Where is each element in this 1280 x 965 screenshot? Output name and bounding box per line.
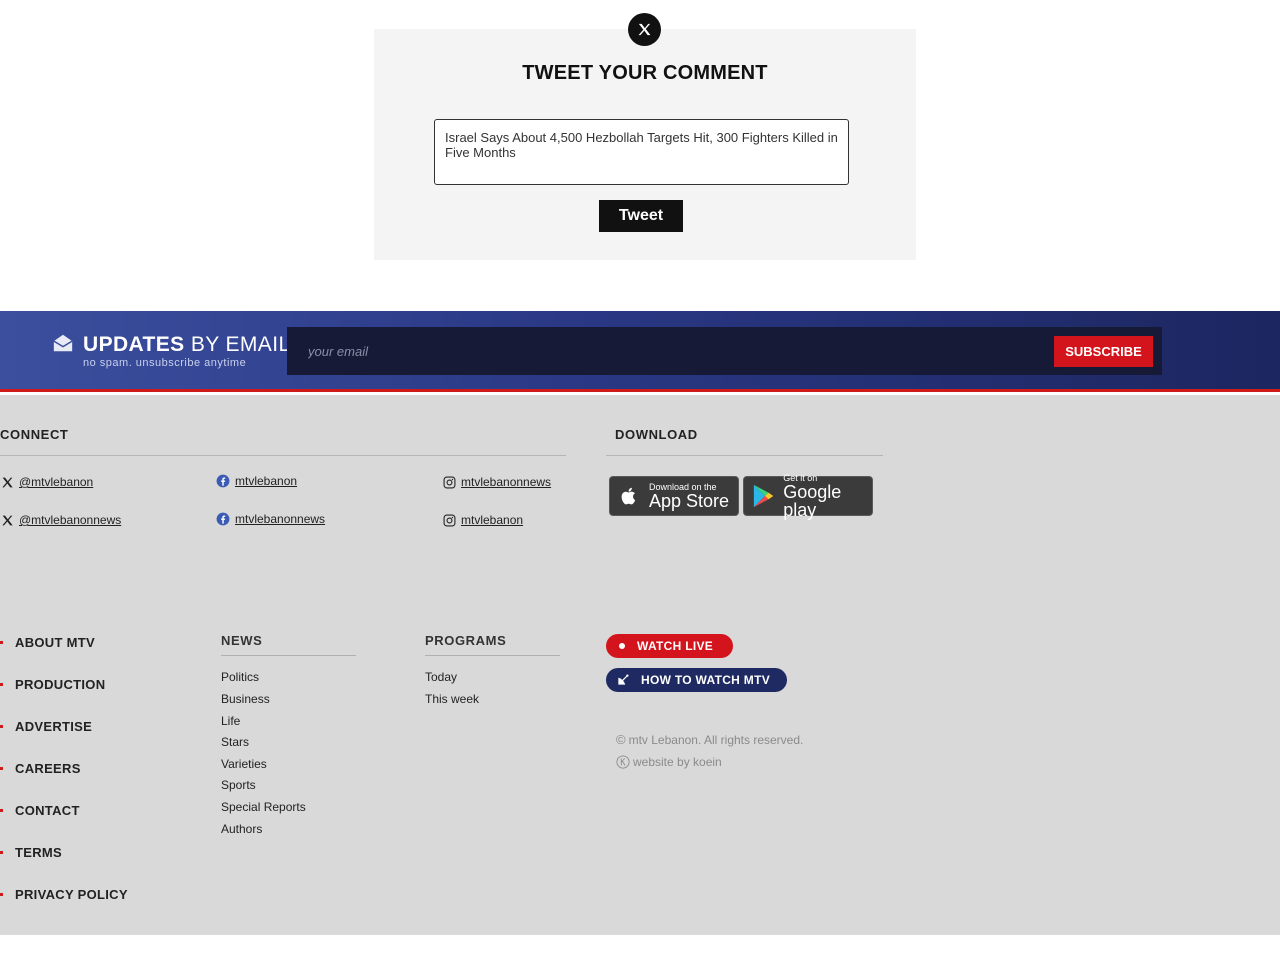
- social-link[interactable]: @mtvlebanon: [19, 475, 93, 489]
- news-link-authors[interactable]: Authors: [221, 822, 262, 836]
- social-facebook-mtvlebanon[interactable]: mtvlebanon: [216, 474, 297, 488]
- news-heading: NEWS: [221, 633, 263, 648]
- social-instagram-mtvlebanon[interactable]: mtvlebanon: [443, 513, 523, 527]
- x-icon: [2, 515, 13, 525]
- email-form: SUBSCRIBE: [287, 327, 1162, 375]
- x-logo-badge: [628, 13, 661, 46]
- nav-terms[interactable]: TERMS: [0, 845, 62, 860]
- koein-icon: [616, 755, 630, 769]
- social-link[interactable]: mtvlebanon: [235, 474, 297, 488]
- bullet-icon: [0, 683, 3, 686]
- instagram-icon: [443, 514, 456, 526]
- bullet-icon: [0, 725, 3, 728]
- download-divider: [606, 455, 883, 456]
- connect-divider: [0, 455, 566, 456]
- updates-title: UPDATES BY EMAIL: [83, 333, 291, 356]
- tweet-comment-panel: TWEET YOUR COMMENT Israel Says About 4,5…: [374, 29, 916, 260]
- email-updates-banner: UPDATES BY EMAIL no spam. unsubscribe an…: [0, 311, 1280, 392]
- nav-careers[interactable]: CAREERS: [0, 761, 81, 776]
- bullet-icon: [0, 767, 3, 770]
- app-store-big: App Store: [649, 491, 730, 511]
- programs-link-today[interactable]: Today: [425, 670, 457, 684]
- live-dot-icon: [619, 643, 625, 649]
- facebook-icon: [216, 512, 230, 526]
- x-icon: [2, 477, 13, 487]
- google-play-big: Google play: [783, 482, 842, 520]
- email-input[interactable]: [287, 327, 1047, 375]
- watch-live-button[interactable]: WATCH LIVE: [606, 634, 733, 658]
- news-link-varieties[interactable]: Varieties: [221, 757, 267, 771]
- how-to-watch-button[interactable]: HOW TO WATCH MTV: [606, 668, 787, 692]
- news-link-politics[interactable]: Politics: [221, 670, 259, 684]
- news-link-stars[interactable]: Stars: [221, 735, 249, 749]
- instagram-icon: [443, 476, 456, 488]
- connect-heading: CONNECT: [0, 427, 69, 442]
- facebook-icon: [216, 474, 230, 488]
- google-play-badge[interactable]: Get it on Google play: [743, 473, 873, 520]
- satellite-dish-icon: [618, 674, 629, 685]
- apple-icon: [621, 487, 636, 505]
- site-footer: CONNECT @mtvlebanon @mtvlebanonnews mtvl…: [0, 395, 1280, 935]
- nav-about-mtv[interactable]: ABOUT MTV: [0, 635, 95, 650]
- subscribe-button[interactable]: SUBSCRIBE: [1054, 336, 1153, 367]
- app-store-badge[interactable]: Download on the App Store: [609, 476, 739, 516]
- bullet-icon: [0, 893, 3, 896]
- social-instagram-mtvlebanonnews[interactable]: mtvlebanonnews: [443, 475, 551, 489]
- programs-divider: [425, 655, 560, 656]
- news-divider: [221, 655, 356, 656]
- nav-advertise[interactable]: ADVERTISE: [0, 719, 92, 734]
- programs-link-this-week[interactable]: This week: [425, 692, 479, 706]
- nav-production[interactable]: PRODUCTION: [0, 677, 105, 692]
- nav-contact[interactable]: CONTACT: [0, 803, 80, 818]
- social-facebook-mtvlebanonnews[interactable]: mtvlebanonnews: [216, 512, 325, 526]
- social-link[interactable]: @mtvlebanonnews: [19, 513, 121, 527]
- x-icon: [638, 23, 651, 36]
- tweet-button[interactable]: Tweet: [599, 200, 683, 232]
- nav-privacy-policy[interactable]: PRIVACY POLICY: [0, 887, 128, 902]
- social-link[interactable]: mtvlebanonnews: [235, 512, 325, 526]
- tweet-title: TWEET YOUR COMMENT: [522, 62, 768, 84]
- bullet-icon: [0, 851, 3, 854]
- social-link[interactable]: mtvlebanon: [461, 513, 523, 527]
- social-link[interactable]: mtvlebanonnews: [461, 475, 551, 489]
- social-x-mtvlebanonnews[interactable]: @mtvlebanonnews: [1, 513, 121, 527]
- envelope-open-icon: [53, 334, 73, 352]
- google-play-icon: [753, 484, 774, 508]
- credit-line: website by koein: [616, 755, 722, 769]
- news-link-special-reports[interactable]: Special Reports: [221, 800, 306, 814]
- download-heading: DOWNLOAD: [615, 427, 698, 442]
- news-link-sports[interactable]: Sports: [221, 778, 256, 792]
- tweet-textarea[interactable]: Israel Says About 4,500 Hezbollah Target…: [434, 119, 849, 185]
- bullet-icon: [0, 641, 3, 644]
- bullet-icon: [0, 809, 3, 812]
- copyright-line: © mtv Lebanon. All rights reserved.: [616, 732, 804, 747]
- programs-heading: PROGRAMS: [425, 633, 507, 648]
- updates-subtitle: no spam. unsubscribe anytime: [83, 357, 247, 369]
- news-link-business[interactable]: Business: [221, 692, 270, 706]
- copyright-icon: ©: [616, 732, 626, 747]
- news-link-life[interactable]: Life: [221, 714, 240, 728]
- social-x-mtvlebanon[interactable]: @mtvlebanon: [1, 475, 93, 489]
